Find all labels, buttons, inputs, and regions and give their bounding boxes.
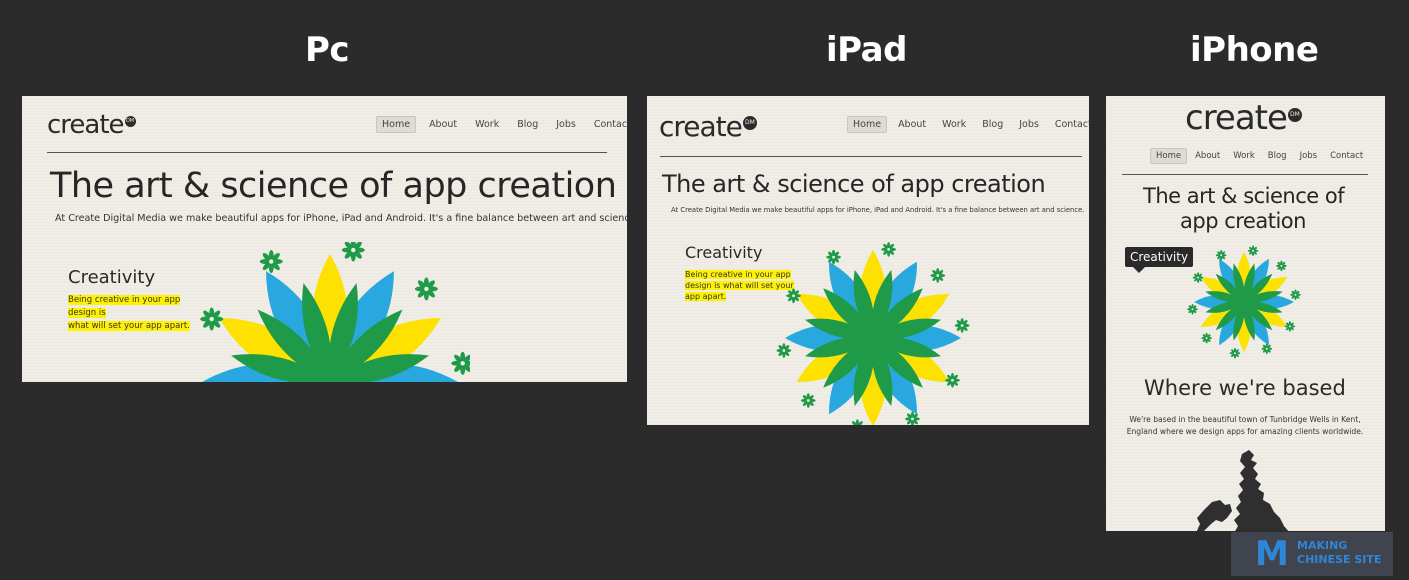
logo-text: create bbox=[659, 110, 743, 143]
watermark-text: MAKING CHINESE SITE bbox=[1297, 539, 1381, 567]
creativity-tooltip: Creativity bbox=[1125, 247, 1194, 273]
iphone-label: iPhone bbox=[1190, 30, 1319, 70]
nav-contact[interactable]: Contact bbox=[589, 117, 627, 132]
nav-about[interactable]: About bbox=[424, 117, 462, 132]
page-title-line-1: The art & science of bbox=[1143, 184, 1345, 208]
small-flower-icon bbox=[1290, 289, 1301, 301]
uk-map-silhouette bbox=[1196, 450, 1289, 531]
creativity-line-1: Being creative in your app design is bbox=[68, 295, 181, 318]
location-text: We're based in the beautiful town of Tun… bbox=[1122, 414, 1368, 438]
nav-about[interactable]: About bbox=[893, 117, 931, 132]
header-divider bbox=[660, 156, 1082, 157]
page-title-line-2: app creation bbox=[1180, 209, 1306, 233]
logo[interactable]: create DM bbox=[47, 110, 136, 140]
small-flower-icon bbox=[905, 411, 920, 425]
logo-badge: DM bbox=[742, 116, 757, 130]
logo-badge: DM bbox=[124, 116, 136, 127]
small-flower-icon bbox=[954, 318, 970, 333]
logo-text: create bbox=[1185, 98, 1288, 138]
nav-about[interactable]: About bbox=[1190, 149, 1225, 163]
nav-jobs[interactable]: Jobs bbox=[1014, 117, 1044, 132]
small-flower-icon bbox=[851, 419, 863, 425]
small-flower-icon bbox=[1192, 272, 1204, 283]
creativity-text: Being creative in your app design is wha… bbox=[68, 294, 208, 333]
location-line-1: We're based in the beautiful town of Tun… bbox=[1129, 415, 1361, 424]
small-flower-icon bbox=[945, 372, 960, 388]
nav-work[interactable]: Work bbox=[937, 117, 971, 132]
nav-home[interactable]: Home bbox=[1150, 148, 1188, 164]
small-flower-icon bbox=[1215, 250, 1227, 261]
main-nav: Home About Work Blog Jobs Contact bbox=[1150, 148, 1368, 164]
small-flower-icon bbox=[826, 249, 841, 265]
small-flower-icon bbox=[341, 242, 365, 262]
nav-blog[interactable]: Blog bbox=[977, 117, 1008, 132]
small-flower-icon bbox=[451, 351, 470, 375]
nav-contact[interactable]: Contact bbox=[1325, 149, 1368, 163]
nav-home[interactable]: Home bbox=[376, 116, 417, 133]
flower-illustration bbox=[200, 242, 470, 382]
small-flower-icon bbox=[1276, 260, 1287, 272]
page-title: The art & science of app creation bbox=[662, 170, 1046, 198]
small-flower-icon bbox=[1247, 245, 1259, 257]
flower-illustration bbox=[776, 242, 970, 425]
small-flower-icon bbox=[881, 242, 896, 257]
logo[interactable]: create DM bbox=[659, 110, 757, 143]
intro-text: At Create Digital Media we make beautifu… bbox=[55, 213, 627, 224]
nav-jobs[interactable]: Jobs bbox=[1295, 149, 1323, 163]
nav-blog[interactable]: Blog bbox=[512, 117, 543, 132]
nav-home[interactable]: Home bbox=[847, 116, 888, 133]
small-flower-icon bbox=[800, 393, 816, 408]
creativity-line-3: app apart. bbox=[685, 292, 727, 302]
small-flower-icon bbox=[776, 343, 792, 358]
ipad-screenshot: create DM Home About Work Blog Jobs Conta… bbox=[647, 96, 1089, 425]
nav-jobs[interactable]: Jobs bbox=[551, 117, 581, 132]
location-title: Where we're based bbox=[1144, 376, 1346, 400]
small-flower-icon bbox=[259, 250, 283, 274]
nav-work[interactable]: Work bbox=[470, 117, 504, 132]
header-divider bbox=[1122, 174, 1368, 175]
site-watermark: M MAKING CHINESE SITE bbox=[1231, 532, 1393, 576]
intro-text: At Create Digital Media we make beautifu… bbox=[671, 206, 1085, 214]
creativity-title: Creativity bbox=[68, 267, 156, 288]
nav-work[interactable]: Work bbox=[1228, 149, 1260, 163]
flower-illustration bbox=[1187, 245, 1301, 359]
logo-text: create bbox=[47, 110, 125, 140]
page-title: The art & science of app creation bbox=[50, 166, 617, 206]
small-flower-icon bbox=[1229, 347, 1241, 359]
small-flower-icon bbox=[200, 307, 224, 331]
small-flower-icon bbox=[414, 277, 438, 301]
header-divider bbox=[47, 152, 607, 153]
main-nav: Home About Work Blog Jobs Contact bbox=[376, 116, 627, 133]
nav-contact[interactable]: Contact bbox=[1050, 117, 1089, 132]
small-flower-icon bbox=[1261, 343, 1273, 354]
small-flower-icon bbox=[786, 288, 801, 304]
pc-screenshot: create DM Home About Work Blog Jobs Conta… bbox=[22, 96, 627, 382]
creativity-line-2: what will set your app apart. bbox=[68, 320, 190, 331]
main-nav: Home About Work Blog Jobs Contact bbox=[847, 116, 1089, 133]
pc-label: Pc bbox=[305, 30, 350, 70]
creativity-title: Creativity bbox=[685, 243, 763, 262]
location-line-2: England where we design apps for amazing… bbox=[1126, 427, 1364, 436]
nav-blog[interactable]: Blog bbox=[1263, 149, 1292, 163]
small-flower-icon bbox=[1284, 321, 1296, 332]
small-flower-icon bbox=[1187, 303, 1198, 315]
watermark-line-1: MAKING bbox=[1297, 539, 1348, 552]
small-flower-icon bbox=[930, 268, 946, 283]
watermark-line-2: CHINESE SITE bbox=[1297, 553, 1382, 566]
watermark-logo-icon: M bbox=[1255, 534, 1289, 574]
iphone-screenshot: create DM Home About Work Blog Jobs Conta… bbox=[1106, 96, 1385, 531]
small-flower-icon bbox=[1201, 332, 1212, 344]
ipad-label: iPad bbox=[826, 30, 907, 70]
logo-badge: DM bbox=[1287, 108, 1302, 122]
logo[interactable]: create DM bbox=[1185, 98, 1302, 138]
